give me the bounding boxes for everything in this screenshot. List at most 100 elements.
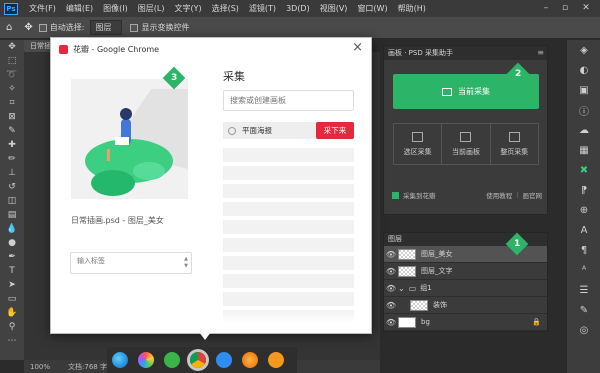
visibility-eye-icon[interactable]: 👁 xyxy=(384,284,398,293)
layers-icon[interactable]: ◈ xyxy=(567,40,600,60)
cloud-icon[interactable]: ☁ xyxy=(567,120,600,140)
adjustments-icon[interactable]: ◐ xyxy=(567,60,600,80)
sync-checkbox[interactable] xyxy=(392,191,399,199)
swatches-icon[interactable]: ▦ xyxy=(567,140,600,160)
history-brush-icon[interactable]: ↺ xyxy=(0,180,24,194)
huaban-panel-title: 画板 · PSD 采集助手 ≡ xyxy=(384,46,547,60)
path-select-icon[interactable]: ➤ xyxy=(0,278,24,292)
paragraph-icon[interactable]: ¶ xyxy=(567,240,600,260)
board-placeholder[interactable] xyxy=(223,292,354,306)
board-placeholder[interactable] xyxy=(223,310,354,324)
move-tool-icon[interactable]: ✥ xyxy=(0,40,24,54)
eyedropper-icon[interactable]: ✎ xyxy=(0,124,24,138)
more-tools-icon[interactable]: ⋯ xyxy=(0,334,24,348)
brush-settings-icon[interactable]: ⁋ xyxy=(567,180,600,200)
channels-icon[interactable]: ◎ xyxy=(567,320,600,340)
visibility-eye-icon[interactable]: 👁 xyxy=(384,301,398,310)
blur-tool-icon[interactable]: 💧 xyxy=(0,222,24,236)
magic-wand-icon[interactable]: ✧ xyxy=(0,82,24,96)
selection-collect-button[interactable]: 选区采集 xyxy=(394,124,443,164)
pen-tool-icon[interactable]: ✒ xyxy=(0,250,24,264)
layer-row[interactable]: 👁 图层_文字 xyxy=(384,263,547,280)
board-item[interactable]: 平面海报 采下来 xyxy=(223,122,354,139)
crop-tool-icon[interactable]: ⌗ xyxy=(0,96,24,110)
clone-source-icon[interactable]: ⊕ xyxy=(567,200,600,220)
frame-tool-icon[interactable]: ⊠ xyxy=(0,110,24,124)
layer-row[interactable]: 👁 bg 🔒 xyxy=(384,314,547,331)
maximize-icon[interactable]: ▫ xyxy=(557,2,573,15)
menu-file[interactable]: 文件(F) xyxy=(24,3,61,14)
board-placeholder[interactable] xyxy=(223,256,354,270)
menu-layer[interactable]: 图层(L) xyxy=(133,3,170,14)
huaban-plugin-icon[interactable]: ✖ xyxy=(567,160,600,180)
board-placeholder[interactable] xyxy=(223,274,354,288)
tutorial-link[interactable]: 使用教程 xyxy=(486,190,512,200)
menu-help[interactable]: 帮助(H) xyxy=(393,3,431,14)
paths-icon[interactable]: ✎ xyxy=(567,300,600,320)
browser-icon[interactable] xyxy=(242,352,258,368)
expand-chevron-icon[interactable]: ⌄ xyxy=(398,284,405,293)
board-placeholder[interactable] xyxy=(223,148,354,162)
info-icon[interactable]: ⓘ xyxy=(567,100,600,120)
visibility-eye-icon[interactable]: 👁 xyxy=(384,250,398,259)
layer-row[interactable]: 👁 装饰 xyxy=(384,297,547,314)
brush-tool-icon[interactable]: ✏ xyxy=(0,152,24,166)
zoom-tool-icon[interactable]: ⚲ xyxy=(0,320,24,334)
tag-input-box[interactable]: ▲▼ xyxy=(70,252,192,274)
close-window-icon[interactable]: ✕ xyxy=(578,2,594,15)
marquee-tool-icon[interactable]: ⬚ xyxy=(0,54,24,68)
artboard-collect-button[interactable]: 当前画板 xyxy=(442,124,491,164)
board-placeholder[interactable] xyxy=(223,166,354,180)
selection-icon xyxy=(412,131,424,142)
board-placeholder[interactable] xyxy=(223,202,354,216)
app-icon[interactable] xyxy=(164,352,180,368)
visibility-eye-icon[interactable]: 👁 xyxy=(384,267,398,276)
edge-icon[interactable] xyxy=(112,352,128,368)
menu-filter[interactable]: 滤镜(T) xyxy=(244,3,281,14)
chrome-icon[interactable] xyxy=(190,352,206,368)
home-icon[interactable]: ⌂ xyxy=(6,22,12,33)
gear-app-icon[interactable] xyxy=(268,352,284,368)
shape-tool-icon[interactable]: ▭ xyxy=(0,292,24,306)
menu-window[interactable]: 窗口(W) xyxy=(352,3,392,14)
lasso-tool-icon[interactable]: ➰ xyxy=(0,68,24,82)
properties-icon[interactable]: ☰ xyxy=(567,280,600,300)
character-icon[interactable]: ᴬ xyxy=(567,260,600,280)
tag-stepper-icon[interactable]: ▲ ▼ xyxy=(184,256,188,270)
dodge-tool-icon[interactable]: ● xyxy=(0,236,24,250)
search-app-icon[interactable] xyxy=(216,352,232,368)
auto-select-checkbox[interactable] xyxy=(38,23,47,32)
board-placeholder[interactable] xyxy=(223,184,354,198)
hand-tool-icon[interactable]: ✋ xyxy=(0,306,24,320)
menu-edit[interactable]: 编辑(E) xyxy=(61,3,98,14)
eraser-tool-icon[interactable]: ◫ xyxy=(0,194,24,208)
tag-input[interactable] xyxy=(77,257,177,265)
menu-image[interactable]: 图像(I) xyxy=(98,3,133,14)
auto-select-dropdown[interactable]: 图层 xyxy=(90,20,123,35)
board-search-input[interactable] xyxy=(223,90,354,111)
stamp-tool-icon[interactable]: ⊥ xyxy=(0,166,24,180)
color-wheel-icon[interactable] xyxy=(138,352,154,368)
type-tool-icon[interactable]: T xyxy=(0,264,24,278)
collect-submit-button[interactable]: 采下来 xyxy=(316,122,354,139)
move-tool-icon[interactable]: ✥ xyxy=(24,22,32,33)
collect-heading: 采集 xyxy=(223,70,245,83)
menu-3d[interactable]: 3D(D) xyxy=(281,4,315,13)
page-collect-button[interactable]: 整页采集 xyxy=(491,124,538,164)
menu-select[interactable]: 选择(S) xyxy=(207,3,244,14)
official-site-link[interactable]: 画官网 xyxy=(523,190,543,200)
glyphs-icon[interactable]: A xyxy=(567,220,600,240)
menu-type[interactable]: 文字(Y) xyxy=(169,3,206,14)
menu-view[interactable]: 视图(V) xyxy=(315,3,353,14)
show-transform-checkbox[interactable] xyxy=(130,23,139,32)
minimize-icon[interactable]: – xyxy=(538,2,554,15)
layer-row[interactable]: 👁 ⌄ ▭ 组1 xyxy=(384,280,547,297)
healing-brush-icon[interactable]: ✚ xyxy=(0,138,24,152)
image-icon[interactable]: ▣ xyxy=(567,80,600,100)
close-icon[interactable]: × xyxy=(352,40,363,55)
visibility-eye-icon[interactable]: 👁 xyxy=(384,318,398,327)
gradient-tool-icon[interactable]: ▤ xyxy=(0,208,24,222)
panel-menu-icon[interactable]: ≡ xyxy=(537,46,544,60)
board-placeholder[interactable] xyxy=(223,220,354,234)
board-placeholder[interactable] xyxy=(223,238,354,252)
